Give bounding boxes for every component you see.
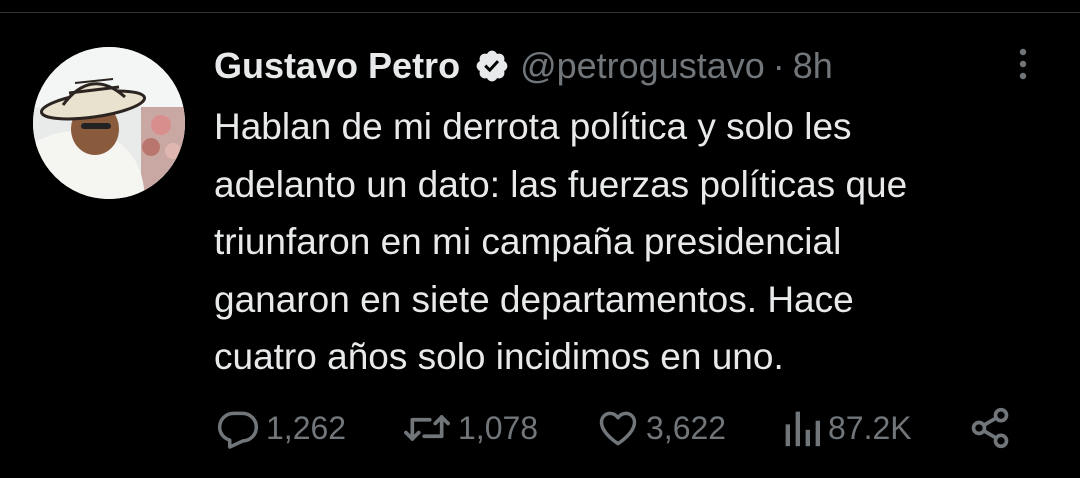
author-handle[interactable]: @petrogustavo [520, 45, 765, 87]
tweet-actions: 1,262 1,078 3,622 87.2K [216, 402, 1016, 454]
views-chart-icon [782, 406, 822, 450]
share-icon [968, 406, 1012, 450]
timestamp[interactable]: 8h [793, 45, 833, 87]
more-vertical-icon[interactable] [1008, 44, 1038, 84]
retweet-button[interactable]: 1,078 [402, 402, 538, 454]
reply-count: 1,262 [266, 409, 347, 446]
avatar[interactable] [33, 47, 185, 199]
like-button[interactable]: 3,622 [596, 402, 726, 454]
reply-button[interactable]: 1,262 [216, 402, 346, 454]
retweet-icon [402, 406, 452, 450]
views-button[interactable]: 87.2K [782, 402, 912, 454]
author-name[interactable]: Gustavo Petro [214, 45, 460, 87]
heart-icon [596, 406, 640, 450]
verified-badge-icon[interactable] [474, 48, 510, 84]
separator-dot: · [772, 45, 785, 86]
avatar-image [33, 47, 185, 199]
views-count: 87.2K [828, 409, 912, 446]
like-count: 3,622 [646, 409, 727, 446]
top-divider [0, 12, 1080, 13]
retweet-count: 1,078 [458, 409, 539, 446]
reply-icon [216, 406, 260, 450]
tweet-header: Gustavo Petro @petrogustavo · 8h [214, 38, 833, 94]
tweet-text: Hablan de mi derrota política y solo les… [214, 106, 908, 377]
share-button[interactable] [968, 402, 1012, 454]
